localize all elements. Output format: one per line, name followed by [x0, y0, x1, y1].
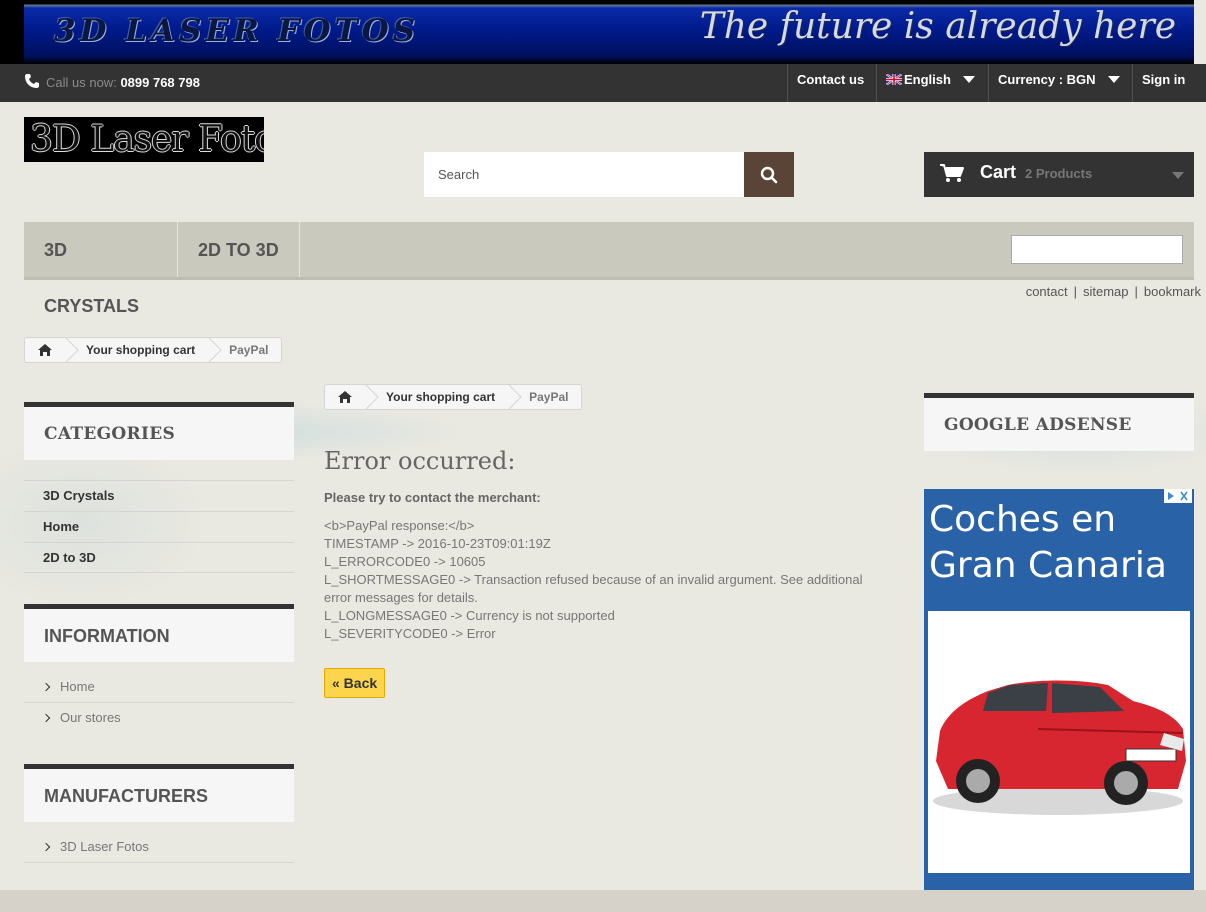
- footer-strip: [0, 890, 1206, 912]
- chevron-down-icon: [1172, 172, 1184, 179]
- search-icon: [760, 166, 778, 184]
- response-line: TIMESTAMP -> 2016-10-23T09:01:19Z: [324, 536, 551, 551]
- info-our-stores-label: Our stores: [60, 710, 121, 725]
- uk-flag-icon: [885, 65, 903, 86]
- information-block: INFORMATION Home Our stores: [24, 604, 294, 734]
- info-home-link[interactable]: Home: [24, 672, 294, 703]
- search-button[interactable]: [744, 152, 794, 197]
- paypal-response: <b>PayPal response:</b> TIMESTAMP -> 201…: [324, 517, 884, 643]
- contact-link[interactable]: contact: [1026, 284, 1068, 299]
- search-input[interactable]: [424, 152, 744, 197]
- cart-button[interactable]: Cart 2 Products: [924, 152, 1194, 197]
- categories-title: CATEGORIES: [24, 402, 294, 460]
- phone-info: Call us now: 0899 768 798: [24, 73, 200, 90]
- information-title: INFORMATION: [24, 604, 294, 662]
- sign-in-label: Sign in: [1142, 72, 1186, 87]
- response-line: <b>PayPal response:</b>: [324, 518, 475, 533]
- manufacturers-block: MANUFACTURERS 3D Laser Fotos: [24, 764, 294, 863]
- banner-left-edge: [0, 0, 24, 64]
- phone-icon: [24, 73, 40, 89]
- menu-search-input[interactable]: [1011, 235, 1183, 264]
- top-banner[interactable]: 3D LASER FOTOS The future is already her…: [24, 0, 1194, 64]
- cart-icon: [940, 164, 964, 182]
- contact-us-link[interactable]: Contact us: [787, 64, 876, 102]
- breadcrumb-paypal: PayPal: [209, 338, 278, 362]
- chevron-right-icon: [41, 682, 51, 692]
- banner-title: 3D LASER FOTOS: [54, 13, 420, 49]
- category-home[interactable]: Home: [24, 511, 294, 542]
- response-line: L_ERRORCODE0 -> 10605: [324, 554, 486, 569]
- cart-label: Cart: [980, 162, 1017, 182]
- menu-item-3d-crystals[interactable]: 3D CRYSTALS: [24, 222, 178, 316]
- manufacturer-label: 3D Laser Fotos: [60, 839, 149, 854]
- utility-links: contact | sitemap | bookmark: [1025, 284, 1201, 299]
- info-home-label: Home: [60, 679, 95, 694]
- contact-us-label: Contact us: [797, 72, 865, 87]
- breadcrumb-cart[interactable]: Your shopping cart: [66, 338, 209, 362]
- ad-headline-line-1: Coches en: [929, 499, 1117, 540]
- advertisement[interactable]: Coches en Gran Canaria: [924, 489, 1194, 890]
- chevron-down-icon: [962, 76, 975, 83]
- categories-block: CATEGORIES 3D Crystals Home 2D to 3D: [24, 402, 294, 573]
- category-3d-crystals[interactable]: 3D Crystals: [24, 480, 294, 511]
- language-selector[interactable]: English: [876, 64, 988, 102]
- response-line: L_SEVERITYCODE0 -> Error: [324, 626, 496, 641]
- phone-prefix: Call us now:: [46, 75, 117, 90]
- manufacturer-3d-laser-fotos[interactable]: 3D Laser Fotos: [24, 832, 294, 863]
- breadcrumb-cart[interactable]: Your shopping cart: [366, 385, 509, 409]
- info-our-stores-link[interactable]: Our stores: [24, 703, 294, 734]
- currency-label: Currency : BGN: [998, 72, 1096, 87]
- categories-list: 3D Crystals Home 2D to 3D: [24, 480, 294, 573]
- top-nav-bar: Call us now: 0899 768 798 Contact us Eng…: [0, 64, 1206, 102]
- home-icon: [38, 344, 52, 356]
- ad-choices-icon[interactable]: [1164, 489, 1192, 503]
- menu-item-2d-to-3d[interactable]: 2D TO 3D: [178, 222, 300, 277]
- adsense-title: GOOGLE ADSENSE: [924, 393, 1194, 451]
- content-breadcrumb: Your shopping cart PayPal: [324, 384, 582, 410]
- chevron-right-icon: [41, 842, 51, 852]
- breadcrumb: Your shopping cart PayPal: [24, 337, 282, 363]
- cart-count: 2 Products: [1025, 166, 1093, 181]
- sitemap-link[interactable]: sitemap: [1083, 284, 1129, 299]
- site-logo[interactable]: 3D Laser Fotos: [24, 117, 264, 162]
- home-icon: [338, 391, 352, 403]
- breadcrumb-paypal: PayPal: [509, 385, 578, 409]
- ad-headline: Coches en Gran Canaria: [929, 497, 1167, 589]
- ad-car-image: [928, 611, 1190, 873]
- error-title: Error occurred:: [324, 447, 516, 475]
- chevron-right-icon: [41, 713, 51, 723]
- category-2d-to-3d[interactable]: 2D to 3D: [24, 542, 294, 573]
- banner-tagline: The future is already here: [699, 6, 1176, 47]
- response-line: L_LONGMESSAGE0 -> Currency is not suppor…: [324, 608, 615, 623]
- error-subtitle: Please try to contact the merchant:: [324, 490, 541, 505]
- response-line: L_SHORTMESSAGE0 -> Transaction refused b…: [324, 572, 867, 605]
- phone-number: 0899 768 798: [120, 75, 200, 90]
- language-label: English: [904, 72, 951, 87]
- manufacturers-title: MANUFACTURERS: [24, 764, 294, 822]
- bookmark-link[interactable]: bookmark: [1144, 284, 1201, 299]
- chevron-down-icon: [1107, 76, 1120, 83]
- back-button[interactable]: « Back: [324, 668, 386, 698]
- main-menu: 3D CRYSTALS 2D TO 3D: [24, 222, 1194, 316]
- adsense-block: GOOGLE ADSENSE: [924, 393, 1194, 451]
- ad-headline-line-2: Gran Canaria: [929, 545, 1167, 586]
- sign-in-link[interactable]: Sign in: [1132, 64, 1206, 102]
- currency-selector[interactable]: Currency : BGN: [988, 64, 1132, 102]
